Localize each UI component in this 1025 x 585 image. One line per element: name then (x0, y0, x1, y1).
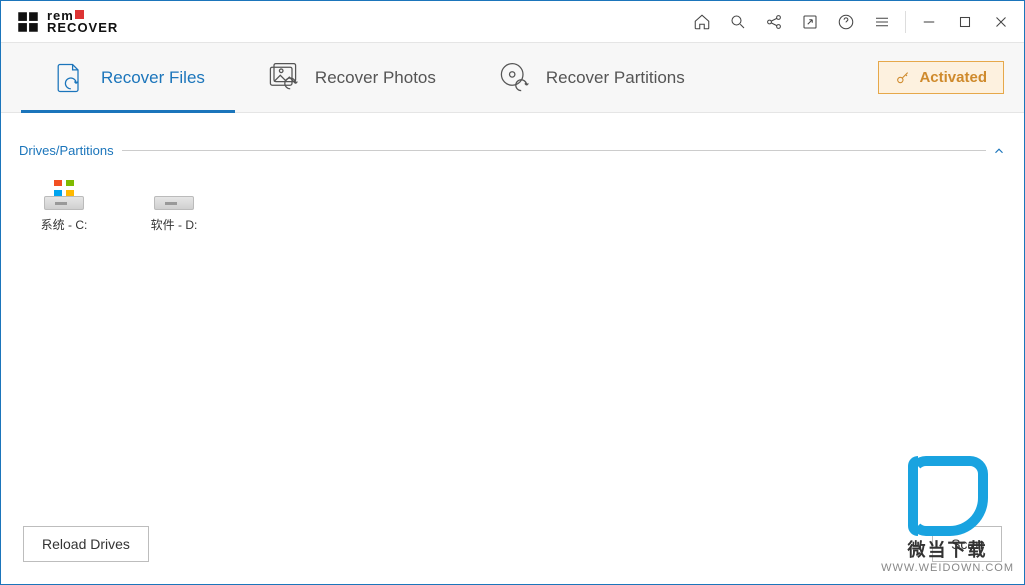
app-logo: rem RECOVER (15, 9, 118, 35)
section-title: Drives/Partitions (19, 143, 114, 158)
tab-recover-partitions[interactable]: Recover Partitions (466, 43, 715, 112)
tabbar: Recover Files Recover Photos Recover Par… (1, 43, 1024, 113)
close-button[interactable] (984, 6, 1018, 38)
partitions-icon (496, 60, 532, 96)
content-area: Drives/Partitions 系统 - C: 软件 - D: Reload (1, 113, 1024, 584)
menu-icon[interactable] (865, 6, 899, 38)
minimize-button[interactable] (912, 6, 946, 38)
drive-label: 系统 - C: (29, 216, 99, 233)
titlebar-actions (685, 6, 1018, 38)
drive-label: 软件 - D: (139, 216, 209, 233)
drive-item[interactable]: 软件 - D: (139, 180, 209, 233)
photos-icon (265, 60, 301, 96)
tab-label: Recover Partitions (546, 68, 685, 88)
scan-button[interactable]: Scan (932, 526, 1002, 562)
tab-recover-files[interactable]: Recover Files (21, 43, 235, 112)
footer: Reload Drives Scan (1, 512, 1024, 584)
titlebar: rem RECOVER (1, 1, 1024, 43)
drive-icon (40, 180, 88, 210)
maximize-button[interactable] (948, 6, 982, 38)
drives-list: 系统 - C: 软件 - D: (19, 158, 1006, 255)
tab-recover-photos[interactable]: Recover Photos (235, 43, 466, 112)
files-icon (51, 60, 87, 96)
app-window: rem RECOVER Recover Files Recover Photos (0, 0, 1025, 585)
separator (905, 11, 906, 33)
key-icon (895, 70, 911, 86)
home-icon[interactable] (685, 6, 719, 38)
share-icon[interactable] (757, 6, 791, 38)
drive-icon (150, 180, 198, 210)
chevron-up-icon[interactable] (992, 144, 1006, 158)
search-icon[interactable] (721, 6, 755, 38)
reload-drives-button[interactable]: Reload Drives (23, 526, 149, 562)
export-icon[interactable] (793, 6, 827, 38)
tab-label: Recover Files (101, 68, 205, 88)
activation-label: Activated (919, 69, 987, 86)
help-icon[interactable] (829, 6, 863, 38)
logo-icon (15, 9, 41, 35)
drive-item[interactable]: 系统 - C: (29, 180, 99, 233)
tab-label: Recover Photos (315, 68, 436, 88)
section-header: Drives/Partitions (19, 143, 1006, 158)
divider (122, 150, 986, 151)
activation-badge[interactable]: Activated (878, 61, 1004, 94)
logo-text-2: RECOVER (47, 22, 118, 34)
